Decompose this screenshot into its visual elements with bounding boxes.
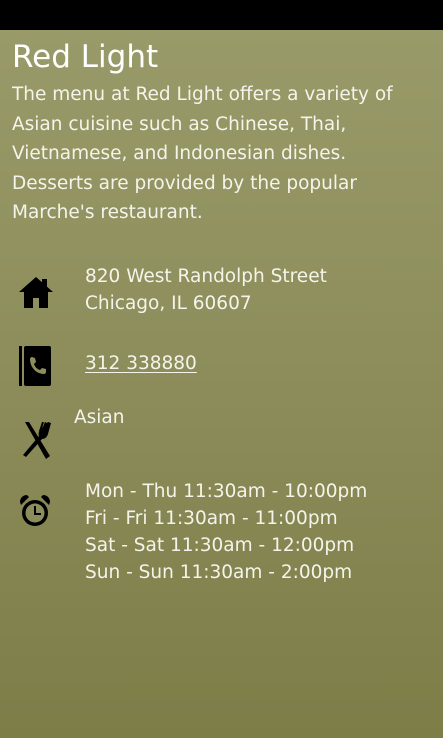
address-text: 820 West Randolph Street Chicago, IL 606… [85,263,327,317]
hours-line-3: Sat - Sat 11:30am - 12:00pm [85,535,355,556]
hours-row: Mon - Thu 11:30am - 10:00pm Fri - Fri 11… [0,477,443,592]
cuisine-label: Asian [74,407,125,428]
hours-text: Mon - Thu 11:30am - 10:00pm Fri - Fri 11… [85,478,367,586]
alarm-clock-icon [20,495,50,526]
restaurant-description: The menu at Red Light offers a variety o… [12,84,393,223]
hours-line-1: Mon - Thu 11:30am - 10:00pm [85,481,368,502]
hours-line-4: Sun - Sun 11:30am - 2:00pm [85,562,353,583]
restaurant-detail-page: Red Light The menu at Red Light offers a… [0,30,443,738]
cuisine-text: Asian [74,404,125,431]
home-icon [19,277,53,308]
address-line-1: 820 West Randolph Street [85,266,327,287]
phone-row: 312 338880 [0,345,443,390]
restaurant-name: Red Light [12,39,159,75]
cuisine-row: Asian [0,400,443,460]
phone-link[interactable]: 312 338880 [85,353,197,374]
hours-line-2: Fri - Fri 11:30am - 11:00pm [85,508,338,529]
address-line-2: Chicago, IL 60607 [85,293,252,314]
phone-icon [19,346,51,386]
phone-text: 312 338880 [85,350,197,377]
fork-knife-icon [23,422,51,459]
status-bar [0,0,443,30]
address-row: 820 West Randolph Street Chicago, IL 606… [0,265,443,325]
